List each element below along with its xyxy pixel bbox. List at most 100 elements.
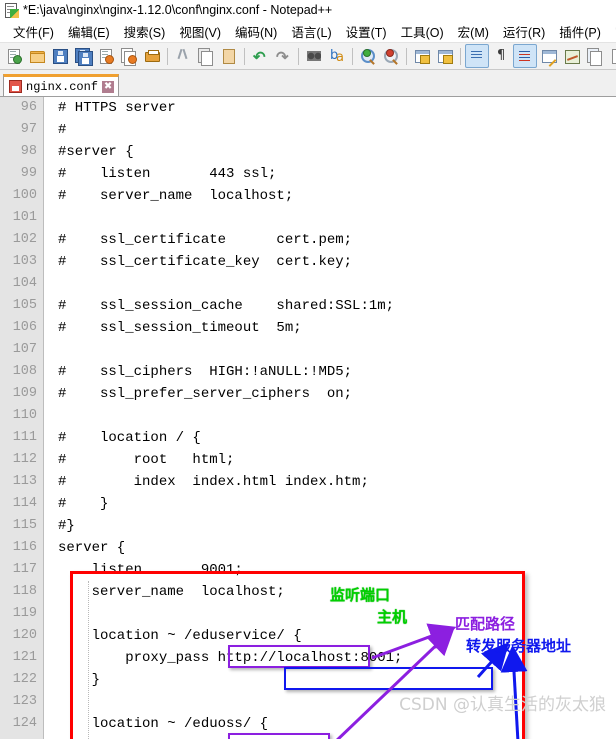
line-number: 102 [12, 232, 37, 247]
fold-cell[interactable] [45, 405, 58, 427]
menu-item-plugins[interactable]: 插件(P) [552, 20, 608, 43]
code-line[interactable]: # listen 443 ssl; [58, 163, 616, 185]
fold-cell[interactable] [45, 229, 58, 251]
menu-item-search[interactable]: 搜索(S) [117, 20, 173, 43]
code-line[interactable]: # root html; [58, 449, 616, 471]
fold-cell[interactable] [45, 669, 58, 691]
fold-cell[interactable] [45, 339, 58, 361]
fold-margin[interactable] [45, 97, 58, 739]
code-line[interactable]: # ssl_session_cache shared:SSL:1m; [58, 295, 616, 317]
fold-cell[interactable] [45, 537, 58, 559]
fold-cell[interactable] [45, 185, 58, 207]
sync-horizontal-scroll-icon[interactable] [434, 45, 456, 67]
menu-item-encoding[interactable]: 编码(N) [228, 20, 284, 43]
menu-item-view[interactable]: 视图(V) [172, 20, 228, 43]
fold-cell[interactable] [45, 713, 58, 735]
fold-cell[interactable] [45, 559, 58, 581]
code-line[interactable]: # [58, 119, 616, 141]
fold-cell[interactable] [45, 449, 58, 471]
code-line[interactable]: listen 9001; [58, 559, 616, 581]
code-line[interactable] [58, 339, 616, 361]
fold-cell[interactable] [45, 515, 58, 537]
fold-cell[interactable] [45, 581, 58, 603]
code-line[interactable]: # index index.html index.htm; [58, 471, 616, 493]
fold-cell[interactable] [45, 647, 58, 669]
close-all-files-icon[interactable] [118, 45, 140, 67]
fold-cell[interactable] [45, 471, 58, 493]
code-line[interactable]: #server { [58, 141, 616, 163]
menu-item-edit[interactable]: 编辑(E) [61, 20, 117, 43]
code-line[interactable]: location ~ /eduoss/ { [58, 713, 616, 735]
close-file-icon[interactable] [95, 45, 117, 67]
fold-cell[interactable] [45, 317, 58, 339]
new-file-icon[interactable] [3, 45, 25, 67]
code-line[interactable] [58, 273, 616, 295]
menu-item-settings[interactable]: 设置(T) [339, 20, 394, 43]
copy-icon[interactable] [195, 45, 217, 67]
code-line[interactable] [58, 405, 616, 427]
code-line[interactable] [58, 207, 616, 229]
fold-cell[interactable] [45, 361, 58, 383]
redo-icon[interactable]: ↷ [272, 45, 294, 67]
fold-cell[interactable] [45, 691, 58, 713]
code-line[interactable]: } [58, 669, 616, 691]
sync-vertical-scroll-icon[interactable] [411, 45, 433, 67]
fold-cell[interactable] [45, 119, 58, 141]
code-line[interactable]: #} [58, 515, 616, 537]
fold-cell[interactable] [45, 295, 58, 317]
find-icon[interactable] [303, 45, 325, 67]
menu-item-run[interactable]: 运行(R) [496, 20, 552, 43]
tab-nginx-conf[interactable]: nginx.conf ✖ [3, 74, 120, 96]
fold-cell[interactable] [45, 603, 58, 625]
code-line[interactable]: # location / { [58, 427, 616, 449]
print-icon[interactable] [141, 45, 163, 67]
show-all-characters-icon[interactable]: ¶ [490, 45, 512, 67]
fold-cell[interactable] [45, 383, 58, 405]
zoom-in-icon[interactable] [357, 45, 379, 67]
save-icon[interactable] [49, 45, 71, 67]
paste-icon[interactable] [218, 45, 240, 67]
indent-guide-icon[interactable] [513, 44, 537, 68]
code-line[interactable]: # ssl_session_timeout 5m; [58, 317, 616, 339]
fold-cell[interactable] [45, 273, 58, 295]
document-map-icon[interactable] [561, 45, 583, 67]
notepad-plus-plus-icon [4, 3, 19, 18]
document-list-icon[interactable] [607, 45, 616, 67]
code-line[interactable]: # ssl_certificate_key cert.key; [58, 251, 616, 273]
save-all-icon[interactable] [72, 45, 94, 67]
code-line[interactable]: # ssl_certificate cert.pem; [58, 229, 616, 251]
fold-cell[interactable] [45, 97, 58, 119]
code-line[interactable]: proxy_pass http://localhost:8002; [58, 735, 616, 739]
cut-icon[interactable] [172, 45, 194, 67]
word-wrap-icon[interactable] [465, 44, 489, 68]
fold-cell[interactable] [45, 427, 58, 449]
fold-cell[interactable] [45, 493, 58, 515]
open-file-icon[interactable] [26, 45, 48, 67]
fold-cell[interactable] [45, 735, 58, 739]
menu-item-file[interactable]: 文件(F) [6, 20, 61, 43]
user-defined-language-icon[interactable] [538, 45, 560, 67]
fold-cell[interactable] [45, 251, 58, 273]
code-line[interactable]: # HTTPS server [58, 97, 616, 119]
fold-cell[interactable] [45, 141, 58, 163]
code-line[interactable]: # ssl_ciphers HIGH:!aNULL:!MD5; [58, 361, 616, 383]
code-line[interactable]: # } [58, 493, 616, 515]
code-line[interactable]: # ssl_prefer_server_ciphers on; [58, 383, 616, 405]
menu-item-tools[interactable]: 工具(O) [394, 20, 451, 43]
code-line[interactable]: # server_name localhost; [58, 185, 616, 207]
undo-icon[interactable]: ↶ [249, 45, 271, 67]
fold-cell[interactable] [45, 207, 58, 229]
fold-cell[interactable] [45, 163, 58, 185]
function-list-icon[interactable] [584, 45, 606, 67]
menu-item-window[interactable]: 窗口(W) [608, 20, 616, 43]
close-icon[interactable]: ✖ [102, 80, 115, 93]
line-number: 100 [12, 188, 37, 203]
fold-cell[interactable] [45, 625, 58, 647]
zoom-out-icon[interactable] [380, 45, 402, 67]
menu-item-language[interactable]: 语言(L) [284, 20, 338, 43]
replace-icon[interactable]: ba [326, 45, 348, 67]
code-editor[interactable]: 96 97 98 99 100 101 102 103 104 105 106 107 108 109 11… [0, 97, 616, 739]
code-line[interactable] [58, 603, 616, 625]
menu-item-macro[interactable]: 宏(M) [451, 20, 496, 43]
code-line[interactable]: server { [58, 537, 616, 559]
